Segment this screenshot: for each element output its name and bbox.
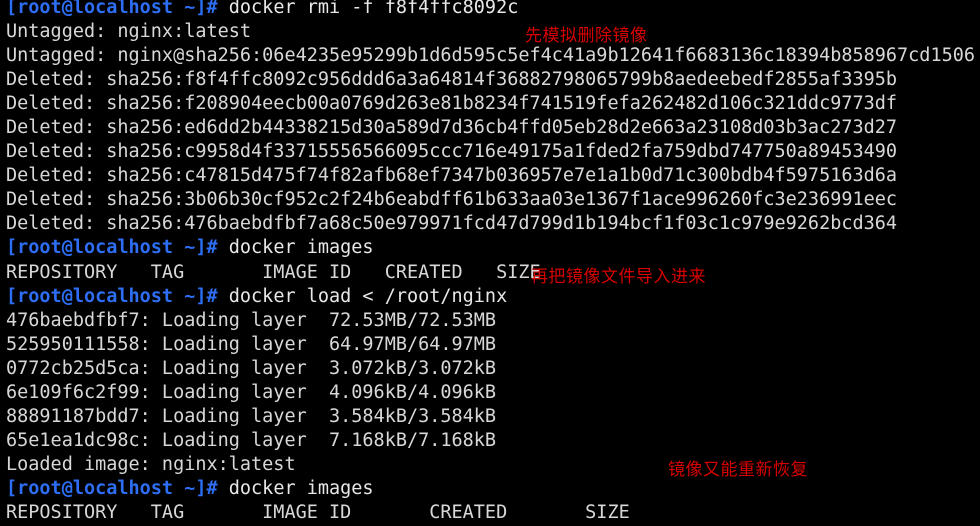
shell-output-text: 476baebdfbf7: Loading layer 72.53MB/72.5… xyxy=(6,309,497,331)
shell-output-text: 65e1ea1dc98c: Loading layer 7.168kB/7.16… xyxy=(6,429,497,451)
shell-command-text: docker rmi -f f8f4ffc8092c xyxy=(217,0,519,18)
shell-output-text: Deleted: sha256:ed6dd2b44338215d30a589d7… xyxy=(6,117,898,139)
terminal-output-line: Deleted: sha256:476baebdfbf7a68c50e97997… xyxy=(6,212,980,236)
terminal-command-line: [root@localhost ~]# docker load < /root/… xyxy=(6,285,980,309)
shell-output-text: 88891187bdd7: Loading layer 3.584kB/3.58… xyxy=(6,405,497,427)
shell-prompt: [root@localhost ~]# xyxy=(6,477,218,499)
shell-output-text: Deleted: sha256:f208904eecb00a0769d263e8… xyxy=(6,93,898,115)
shell-prompt: [root@localhost ~]# xyxy=(6,285,218,307)
annotation-note-3: 镜像又能重新恢复 xyxy=(668,460,808,480)
terminal-output-line: 525950111558: Loading layer 64.97MB/64.9… xyxy=(6,333,980,357)
terminal-output-line: 6e109f6c2f99: Loading layer 4.096kB/4.09… xyxy=(6,381,980,405)
shell-output-text: Untagged: nginx@sha256:06e4235e95299b1d6… xyxy=(6,45,976,67)
terminal-output-line: Loaded image: nginx:latest xyxy=(6,453,980,477)
shell-output-text: 6e109f6c2f99: Loading layer 4.096kB/4.09… xyxy=(6,381,497,403)
shell-prompt: [root@localhost ~]# xyxy=(6,237,218,259)
terminal-output-line: Untagged: nginx@sha256:06e4235e95299b1d6… xyxy=(6,44,980,68)
annotation-note-1: 先模拟删除镜像 xyxy=(525,26,648,46)
terminal-output-line: Deleted: sha256:3b06b30cf952c2f24b6eabdf… xyxy=(6,188,980,212)
terminal-output-line: Deleted: sha256:c9958d4f33715556566095cc… xyxy=(6,140,980,164)
terminal-output-line: 88891187bdd7: Loading layer 3.584kB/3.58… xyxy=(6,405,980,429)
shell-output-text: Deleted: sha256:476baebdfbf7a68c50e97997… xyxy=(6,213,898,235)
shell-output-text: Deleted: sha256:c47815d475f74f82afb68ef7… xyxy=(6,165,898,187)
terminal-screen: [root@localhost ~]# docker rmi -f f8f4ff… xyxy=(6,0,980,526)
shell-prompt: [root@localhost ~]# xyxy=(6,0,218,18)
shell-output-text: Deleted: sha256:f8f4ffc8092c956ddd6a3a64… xyxy=(6,69,898,91)
shell-command-text: docker load < /root/nginx xyxy=(217,285,508,307)
shell-output-text: REPOSITORY TAG IMAGE ID CREATED SIZE xyxy=(6,261,541,283)
shell-output-text: Loaded image: nginx:latest xyxy=(6,453,296,475)
terminal-command-line: [root@localhost ~]# docker rmi -f f8f4ff… xyxy=(6,0,980,20)
terminal-output-line: REPOSITORY TAG IMAGE ID CREATED SIZE xyxy=(6,261,980,285)
terminal-output-line: Deleted: sha256:f8f4ffc8092c956ddd6a3a64… xyxy=(6,68,980,92)
shell-output-text: Deleted: sha256:c9958d4f33715556566095cc… xyxy=(6,141,898,163)
terminal-output-line: 0772cb25d5ca: Loading layer 3.072kB/3.07… xyxy=(6,357,980,381)
terminal-output-line: Deleted: sha256:c47815d475f74f82afb68ef7… xyxy=(6,164,980,188)
terminal-command-line: [root@localhost ~]# docker images xyxy=(6,477,980,501)
terminal-output-line: Deleted: sha256:f208904eecb00a0769d263e8… xyxy=(6,92,980,116)
terminal-output-line: 65e1ea1dc98c: Loading layer 7.168kB/7.16… xyxy=(6,429,980,453)
shell-output-text: REPOSITORY TAG IMAGE ID CREATED SIZE xyxy=(6,501,630,523)
terminal-output-line: Untagged: nginx:latest xyxy=(6,20,980,44)
terminal-output-line: REPOSITORY TAG IMAGE ID CREATED SIZE xyxy=(6,501,980,525)
shell-command-text: docker images xyxy=(217,477,374,499)
shell-output-text: 0772cb25d5ca: Loading layer 3.072kB/3.07… xyxy=(6,357,497,379)
annotation-note-2: 再把镜像文件导入进来 xyxy=(531,267,706,287)
shell-command-text: docker images xyxy=(217,237,374,259)
terminal-output-line: 476baebdfbf7: Loading layer 72.53MB/72.5… xyxy=(6,309,980,333)
terminal-window[interactable]: [root@localhost ~]# docker rmi -f f8f4ff… xyxy=(0,0,980,526)
terminal-command-line: [root@localhost ~]# docker images xyxy=(6,236,980,260)
terminal-output-line: Deleted: sha256:ed6dd2b44338215d30a589d7… xyxy=(6,116,980,140)
shell-output-text: Untagged: nginx:latest xyxy=(6,21,252,43)
shell-output-text: Deleted: sha256:3b06b30cf952c2f24b6eabdf… xyxy=(6,189,898,211)
shell-output-text: 525950111558: Loading layer 64.97MB/64.9… xyxy=(6,333,497,355)
